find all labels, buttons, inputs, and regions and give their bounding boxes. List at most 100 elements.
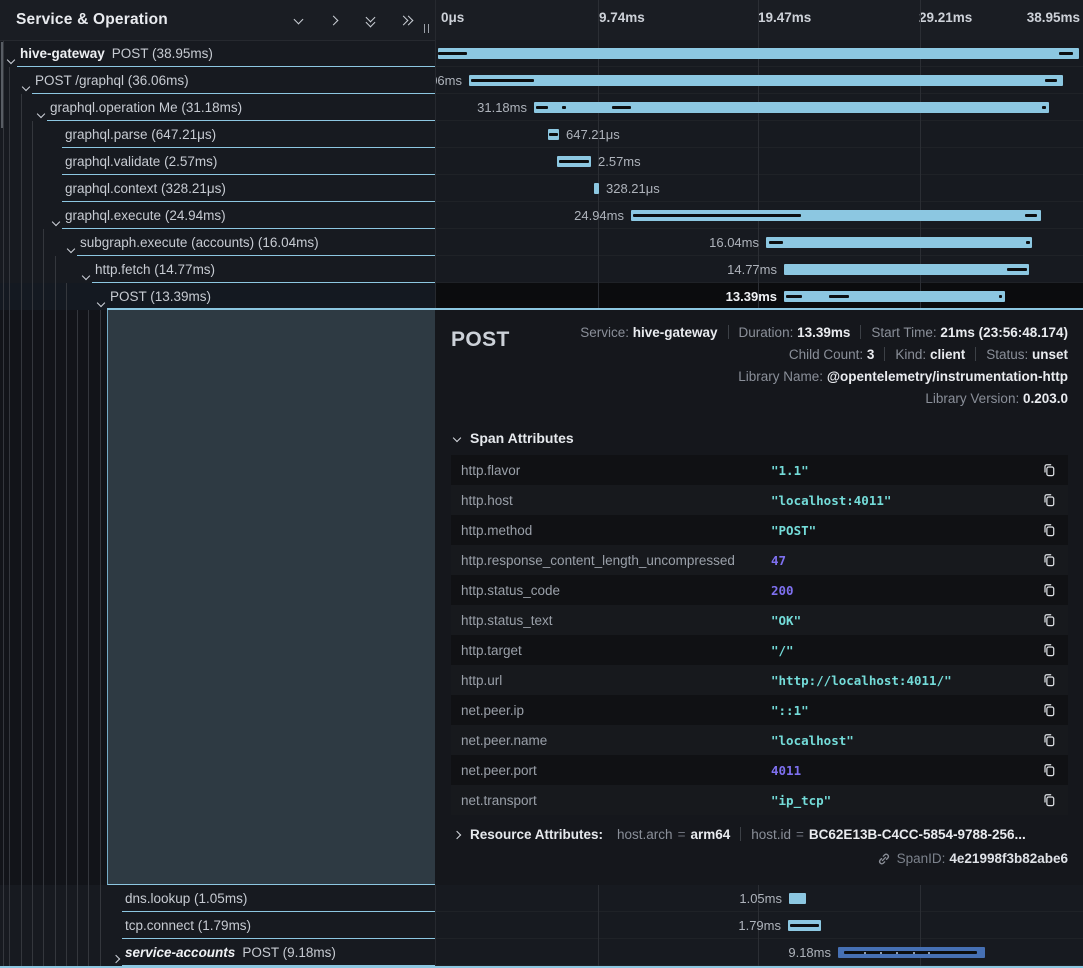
timeline-row[interactable]: 1.05ms: [436, 885, 1083, 912]
span-tree-row[interactable]: graphql.operation Me (31.18ms): [0, 94, 435, 121]
timeline-row[interactable]: 36.06ms: [436, 67, 1083, 94]
span-bar[interactable]: [469, 75, 1063, 86]
chevron-down-icon[interactable]: [83, 266, 89, 284]
span-bar[interactable]: [438, 48, 1079, 59]
collapse-one-icon[interactable]: [291, 13, 305, 27]
chevron-down-icon[interactable]: [8, 50, 14, 68]
copy-icon[interactable]: [1042, 522, 1058, 538]
span-tree-row[interactable]: graphql.parse (647.21μs): [0, 121, 435, 148]
scrollbar-thumb[interactable]: [1, 42, 3, 128]
indent-guide: [3, 41, 4, 966]
span-meta: Service: hive-gatewayDuration: 13.39msSt…: [580, 322, 1068, 410]
timeline-row[interactable]: 9.18ms: [436, 939, 1083, 966]
timeline-tick: 19.47ms: [758, 10, 811, 25]
copy-icon[interactable]: [1042, 462, 1058, 478]
expand-all-icon[interactable]: [399, 13, 413, 27]
service-name: hive-gateway: [20, 46, 105, 61]
meta-value: 0.203.0: [1023, 391, 1068, 406]
timeline-row[interactable]: 328.21μs: [436, 175, 1083, 202]
timeline-row[interactable]: 24.94ms: [436, 202, 1083, 229]
span-tree-label: graphql.context (328.21μs): [65, 175, 226, 202]
chevron-down-icon[interactable]: [68, 239, 74, 257]
resource-attributes-values: host.arch=arm64host.id=BC62E13B-C4CC-585…: [617, 827, 1026, 842]
span-tree-row[interactable]: POST /graphql (36.06ms): [0, 67, 435, 94]
copy-icon[interactable]: [1042, 732, 1058, 748]
copy-icon[interactable]: [1042, 762, 1058, 778]
span-bar-segment: [438, 52, 467, 55]
copy-icon[interactable]: [1042, 702, 1058, 718]
chevron-down-icon[interactable]: [23, 77, 29, 95]
timeline-row[interactable]: 2.57ms: [436, 148, 1083, 175]
attribute-row: http.url"http://localhost:4011/": [451, 665, 1068, 695]
timeline-row[interactable]: 13.39ms: [436, 283, 1083, 310]
span-bar-segment: [1045, 79, 1057, 82]
span-meta-line: Library Version: 0.203.0: [580, 388, 1068, 410]
link-icon[interactable]: [877, 852, 891, 866]
span-tree-row[interactable]: subgraph.execute (accounts) (16.04ms): [0, 229, 435, 256]
span-tree-label: subgraph.execute (accounts) (16.04ms): [80, 229, 319, 256]
copy-icon[interactable]: [1042, 612, 1058, 628]
span-tree-label: tcp.connect (1.79ms): [125, 912, 251, 939]
timeline-row[interactable]: 31.18ms: [436, 94, 1083, 121]
timeline-row[interactable]: 38.95ms: [436, 40, 1083, 67]
attribute-value: 200: [771, 583, 794, 598]
copy-icon[interactable]: [1042, 552, 1058, 568]
attribute-row: http.host"localhost:4011": [451, 485, 1068, 515]
timeline-tick: 38.95ms: [1027, 10, 1080, 25]
span-tree-row[interactable]: graphql.context (328.21μs): [0, 175, 435, 202]
attribute-value: "OK": [771, 613, 801, 628]
span-duration-label: 16.04ms: [639, 229, 759, 256]
span-id-label: SpanID:: [897, 851, 946, 866]
copy-icon[interactable]: [1042, 792, 1058, 808]
attribute-key: http.flavor: [461, 463, 771, 478]
span-bar[interactable]: [784, 264, 1029, 275]
trace-viewer: hive-gatewayPOST (38.95ms)POST /graphql …: [0, 0, 1083, 968]
expand-one-icon[interactable]: [327, 13, 341, 27]
timeline-row[interactable]: 647.21μs: [436, 121, 1083, 148]
span-bar-segment: [1007, 268, 1027, 271]
span-bar-segment: [928, 952, 930, 954]
span-bar-segment: [1059, 52, 1073, 55]
chevron-down-icon[interactable]: [38, 104, 44, 122]
span-bar[interactable]: [766, 237, 1032, 248]
span-bar[interactable]: [789, 893, 806, 904]
detail-top-border: [107, 308, 1083, 310]
span-bar[interactable]: [594, 183, 599, 194]
chevron-right-icon[interactable]: [113, 949, 119, 967]
timeline-row[interactable]: 16.04ms: [436, 229, 1083, 256]
span-bar[interactable]: [784, 291, 1005, 302]
attribute-row: http.method"POST": [451, 515, 1068, 545]
copy-icon[interactable]: [1042, 582, 1058, 598]
timeline-tick: 29.21ms: [919, 10, 972, 25]
timeline-row[interactable]: 1.79ms: [436, 912, 1083, 939]
attribute-key: http.target: [461, 643, 771, 658]
timeline-tick: 0μs: [441, 10, 464, 25]
meta-separator: [975, 347, 976, 361]
span-tree-row[interactable]: graphql.validate (2.57ms): [0, 148, 435, 175]
service-name: service-accounts: [125, 945, 235, 960]
chevron-down-icon[interactable]: [53, 212, 59, 230]
resource-attributes-row[interactable]: Resource Attributes: host.arch=arm64host…: [451, 827, 1068, 842]
column-resize-handle[interactable]: [424, 24, 430, 33]
collapse-all-icon[interactable]: [363, 13, 377, 27]
span-bar-segment: [562, 106, 566, 109]
span-bar-segment: [999, 295, 1002, 298]
span-tree-row[interactable]: hive-gatewayPOST (38.95ms): [0, 40, 435, 67]
tree-header-title: Service & Operation: [16, 11, 168, 29]
copy-icon[interactable]: [1042, 492, 1058, 508]
resource-value: arm64: [690, 827, 730, 842]
copy-icon[interactable]: [1042, 672, 1058, 688]
attribute-value: "ip_tcp": [771, 793, 831, 808]
span-tree-label: service-accountsPOST (9.18ms): [125, 939, 336, 966]
span-attributes-section-header[interactable]: Span Attributes: [451, 430, 1068, 446]
chevron-down-icon[interactable]: [98, 293, 104, 311]
copy-icon[interactable]: [1042, 642, 1058, 658]
indent-guide: [43, 229, 44, 966]
span-tree-row[interactable]: http.fetch (14.77ms): [0, 256, 435, 283]
indent-guide: [66, 283, 67, 966]
timeline-row[interactable]: 14.77ms: [436, 256, 1083, 283]
span-tree-row[interactable]: graphql.execute (24.94ms): [0, 202, 435, 229]
attribute-row: http.flavor"1.1": [451, 455, 1068, 485]
span-tree-label: graphql.validate (2.57ms): [65, 148, 217, 175]
attribute-row: net.peer.name"localhost": [451, 725, 1068, 755]
